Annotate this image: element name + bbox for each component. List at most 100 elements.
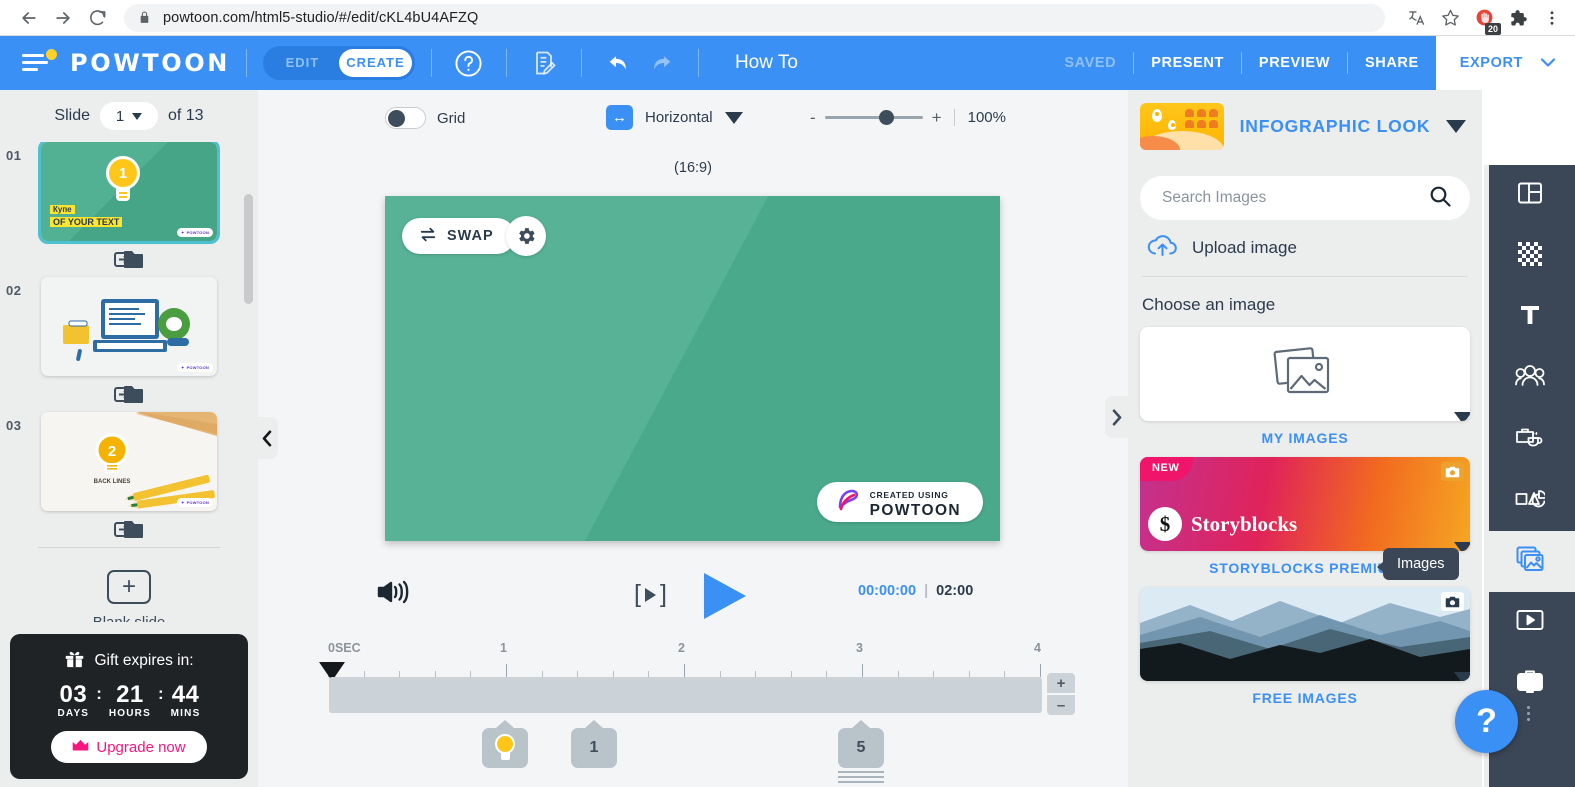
reload-icon[interactable] — [80, 1, 114, 35]
search-images-box[interactable] — [1140, 176, 1470, 220]
share-button[interactable]: SHARE — [1348, 55, 1436, 71]
countdown-hours-label: HOURS — [108, 708, 151, 719]
redo-icon[interactable] — [640, 42, 682, 84]
upload-label: Upload image — [1192, 238, 1297, 257]
timeline-zoom-controls[interactable]: + – — [1047, 673, 1075, 715]
slide-thumbnail[interactable]: 2 BACK LINES ✦ POWTOON — [41, 412, 217, 511]
zoom-in-button[interactable]: + — [932, 109, 942, 126]
zoom-control[interactable]: - + 100% — [810, 109, 1006, 126]
timeline-marker[interactable]: 5 — [838, 720, 884, 786]
grid-toggle[interactable]: Grid — [385, 107, 465, 129]
script-edit-icon[interactable] — [523, 42, 565, 84]
zoom-slider[interactable] — [824, 110, 923, 125]
frame-step-icon[interactable]: [] — [634, 580, 667, 609]
slide-thumbnail[interactable]: 1 Купе OF YOUR TEXT ✦ POWTOON — [38, 142, 220, 244]
category-card-storyblocks[interactable]: NEW $ Storyblocks — [1140, 457, 1470, 551]
upgrade-now-button[interactable]: Upgrade now — [51, 731, 207, 763]
timeline-ruler[interactable]: 0SEC 1 2 3 4 — [328, 635, 1073, 677]
look-title: INFOGRAPHIC LOOK — [1239, 115, 1431, 136]
gear-icon[interactable] — [506, 216, 546, 256]
duplicate-slide-icon[interactable] — [0, 383, 258, 406]
star-icon[interactable] — [1435, 3, 1465, 33]
caret-down-icon[interactable] — [1446, 119, 1466, 133]
countdown-timer: 03 DAYS : 21 HOURS : 44 MINS — [20, 683, 238, 720]
upgrade-label: Upgrade now — [96, 738, 186, 756]
sidebar-item-text[interactable] — [1484, 287, 1575, 348]
suitcase-icon — [1516, 668, 1544, 699]
question-circle-icon[interactable] — [448, 42, 490, 84]
timeline-zoom-in[interactable]: + — [1047, 673, 1075, 693]
slide-thumbnail[interactable]: ✦ POWTOON — [41, 277, 217, 376]
swap-button[interactable]: SWAP — [402, 218, 515, 254]
camera-icon[interactable] — [1441, 592, 1464, 611]
zoom-percentage: 100% — [967, 109, 1006, 126]
translate-icon[interactable] — [1401, 3, 1431, 33]
slide-number-dropdown[interactable]: 1 — [99, 102, 158, 130]
watermark-bottom-text: POWTOON — [869, 502, 961, 519]
list-item[interactable]: 03 2 BACK LINES ✦ POWTOON — [0, 412, 258, 541]
search-input[interactable] — [1162, 189, 1428, 207]
sidebar-item-characters[interactable] — [1484, 348, 1575, 409]
kebab-menu-icon[interactable] — [1527, 706, 1530, 724]
timeline[interactable]: 0SEC 1 2 3 4 + – 1 5 — [258, 635, 1128, 787]
blank-slide-button[interactable]: + Blank slide — [0, 570, 258, 622]
timeline-marker-bulb[interactable] — [482, 720, 528, 768]
project-title[interactable]: How To — [735, 52, 798, 74]
present-button[interactable]: PRESENT — [1134, 55, 1241, 71]
extension-hand-icon[interactable]: 20 — [1469, 3, 1501, 35]
slides-list[interactable]: 01 1 Купе OF YOUR TEXT ✦ POWTOON 02 ✦ PO… — [0, 142, 258, 622]
tab-edit[interactable]: EDIT — [266, 49, 339, 77]
ruler-tick-label: 4 — [1034, 641, 1041, 655]
slides-scrollbar[interactable] — [244, 194, 253, 304]
time-separator: | — [924, 583, 929, 599]
category-card-my-images[interactable] — [1140, 327, 1470, 421]
timeline-track[interactable] — [329, 677, 1042, 713]
divider — [245, 49, 247, 77]
powtoon-logo[interactable]: POWTOON — [70, 49, 230, 77]
sidebar-item-layouts[interactable] — [1484, 165, 1575, 226]
forward-arrow-icon[interactable] — [46, 1, 80, 35]
extension-badge-count: 20 — [1484, 22, 1501, 35]
preview-button[interactable]: PREVIEW — [1242, 55, 1347, 71]
orientation-label: Horizontal — [645, 109, 713, 126]
sidebar-item-images[interactable] — [1484, 531, 1575, 592]
tab-create[interactable]: CREATE — [338, 49, 412, 77]
orientation-control[interactable]: ↔ Horizontal — [606, 105, 743, 130]
list-item[interactable]: 01 1 Купе OF YOUR TEXT ✦ POWTOON — [0, 142, 258, 271]
list-item[interactable]: 02 ✦ POWTOON — [0, 277, 258, 406]
undo-icon[interactable] — [598, 42, 640, 84]
zoom-out-button[interactable]: - — [810, 109, 816, 126]
collapse-left-panel-button[interactable] — [256, 417, 278, 459]
export-button[interactable]: EXPORT — [1435, 36, 1575, 90]
powtoon-watermark: CREATED USING POWTOON — [816, 482, 983, 522]
play-icon[interactable] — [704, 573, 746, 619]
kebab-menu-icon[interactable] — [1537, 3, 1567, 33]
menu-hamburger-icon[interactable] — [22, 46, 60, 80]
edit-create-toggle[interactable]: EDIT CREATE — [262, 46, 415, 80]
duplicate-slide-icon[interactable] — [0, 248, 258, 271]
help-button[interactable]: ? — [1455, 690, 1518, 753]
category-card-free-images[interactable] — [1140, 587, 1470, 681]
upload-image-button[interactable]: Upload image — [1140, 220, 1470, 276]
zoom-slider-handle[interactable] — [878, 110, 894, 125]
storyblocks-logo: $ Storyblocks — [1148, 507, 1297, 541]
timeline-marker[interactable]: 1 — [571, 720, 617, 768]
duplicate-slide-icon[interactable] — [0, 518, 258, 541]
sidebar-item-shapes[interactable] — [1484, 470, 1575, 531]
camera-icon[interactable] — [1441, 462, 1464, 481]
sidebar-item-video[interactable] — [1484, 592, 1575, 653]
back-arrow-icon[interactable] — [12, 1, 46, 35]
toggle-switch[interactable] — [385, 107, 426, 129]
slide-canvas[interactable]: SWAP CREATED USING POWTOON — [385, 196, 1000, 541]
collapse-right-panel-button[interactable] — [1105, 396, 1128, 438]
search-icon[interactable] — [1428, 184, 1452, 213]
address-bar[interactable]: powtoon.com/html5-studio/#/edit/cKL4bU4A… — [124, 3, 1385, 32]
slide-selector-row: Slide 1 of 13 — [0, 90, 258, 142]
speaker-icon[interactable] — [375, 576, 411, 613]
timeline-zoom-out[interactable]: – — [1047, 695, 1075, 715]
sidebar-item-props[interactable] — [1484, 409, 1575, 470]
caret-down-icon[interactable] — [724, 111, 743, 124]
look-header[interactable]: INFOGRAPHIC LOOK — [1128, 90, 1482, 162]
sidebar-item-backgrounds[interactable] — [1484, 226, 1575, 287]
puzzle-icon[interactable] — [1503, 3, 1533, 33]
